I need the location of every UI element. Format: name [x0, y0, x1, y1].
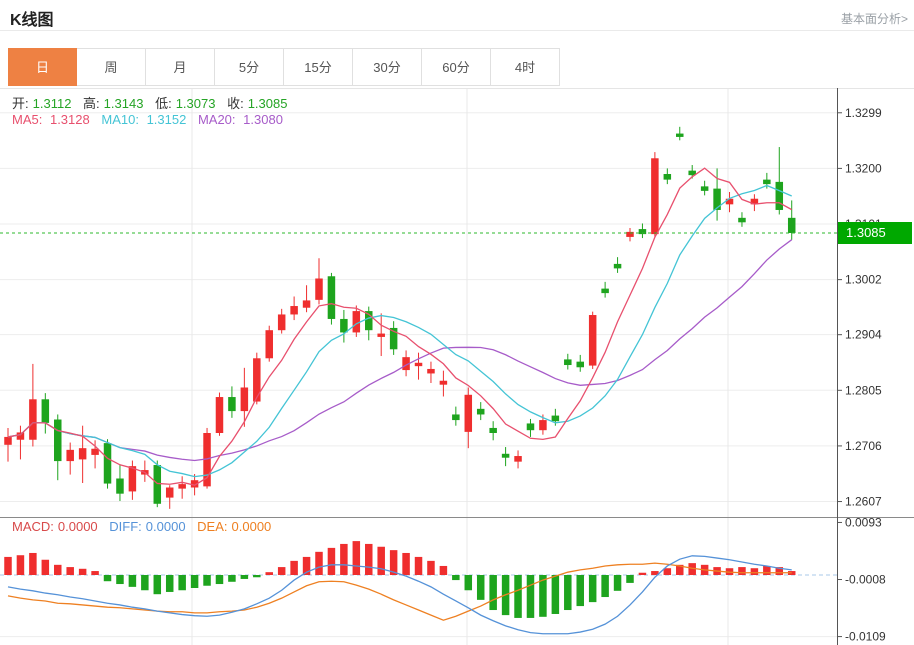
close-label: 收:	[227, 96, 244, 111]
macd-row: MACD: 0.0000 DIFF: 0.0000 DEA: 0.0000	[12, 519, 279, 534]
current-price-tag-label: 1.3085	[846, 225, 886, 240]
axis-label: 1.2607	[845, 495, 882, 509]
axis-label: 1.2706	[845, 439, 882, 453]
ma20-value: 1.3080	[243, 112, 283, 127]
macd-value: 0.0000	[58, 519, 98, 534]
kline-widget: K线图 基本面分析> 日周月5分15分30分60分4时 1.32991.3200…	[0, 0, 914, 645]
open-value: 1.3112	[33, 96, 72, 111]
axis-label: 1.3200	[845, 161, 882, 175]
axis-label: 1.3299	[845, 106, 882, 120]
dea-label: DEA:	[197, 519, 227, 534]
low-value: 1.3073	[176, 96, 216, 111]
high-label: 高:	[83, 96, 100, 111]
ma10-label: MA10:	[101, 112, 139, 127]
ma20-label: MA20:	[198, 112, 236, 127]
ma10-value: 1.3152	[147, 112, 187, 127]
ma20-line	[8, 240, 792, 461]
close-value: 1.3085	[248, 96, 288, 111]
axis-label: -0.0109	[845, 630, 886, 644]
high-value: 1.3143	[104, 96, 144, 111]
ma5-label: MA5:	[12, 112, 42, 127]
axis-label: 1.2904	[845, 328, 882, 342]
macd-label: MACD:	[12, 519, 54, 534]
macd-histogram	[4, 541, 795, 618]
dea-line	[8, 563, 792, 620]
axis-label: 0.0093	[845, 515, 882, 529]
axis-label: 1.3002	[845, 273, 882, 287]
dea-value: 0.0000	[232, 519, 272, 534]
axis-label: -0.0008	[845, 573, 886, 587]
diff-label: DIFF:	[109, 519, 142, 534]
ma-row: MA5: 1.3128 MA10: 1.3152 MA20: 1.3080	[12, 112, 291, 127]
ma5-value: 1.3128	[50, 112, 90, 127]
ma5-line	[8, 168, 792, 485]
gridlines	[0, 88, 914, 645]
diff-value: 0.0000	[146, 519, 186, 534]
open-label: 开:	[12, 96, 29, 111]
axis-labels: 1.32991.32001.31011.30021.29041.28051.27…	[837, 106, 886, 644]
candles	[4, 127, 795, 509]
ma10-line	[8, 185, 792, 476]
low-label: 低:	[155, 96, 172, 111]
axis-label: 1.2805	[845, 383, 882, 397]
ohlc-row: 开: 1.3112 高: 1.3143 低: 1.3073 收: 1.3085	[12, 93, 295, 112]
diff-line	[8, 556, 792, 634]
